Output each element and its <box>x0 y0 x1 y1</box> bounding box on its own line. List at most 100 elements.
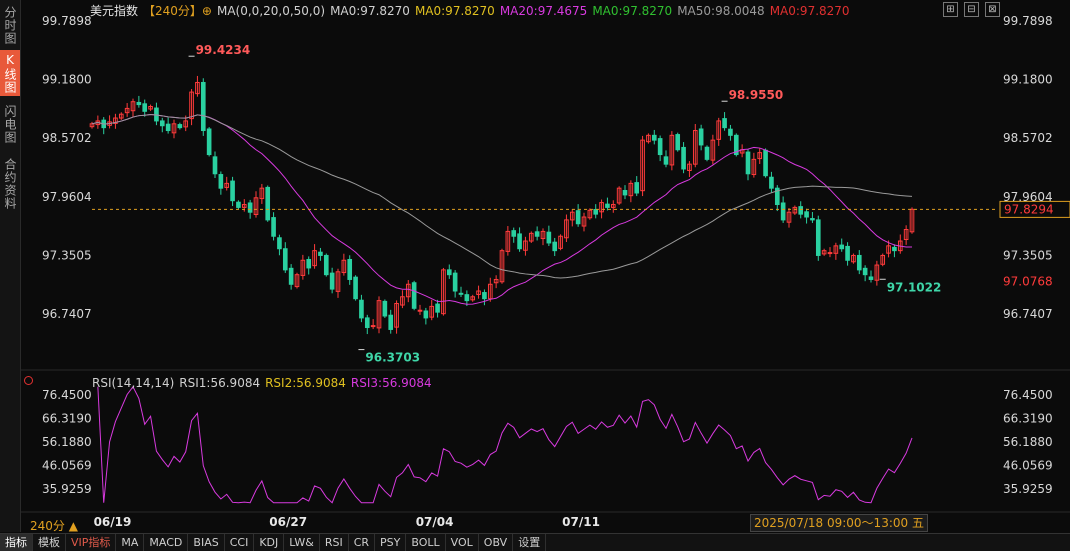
rsi3-value: RSI3:56.9084 <box>350 376 432 390</box>
candle-body <box>769 176 774 189</box>
price-axis: 99.7898 99.7898 99.1800 99.1800 98.5702 98.57… <box>42 14 1053 529</box>
date-tick: 07/04 <box>416 515 454 529</box>
candle-body <box>277 237 282 250</box>
price-tick-right: 97.3505 <box>1003 248 1053 262</box>
candle-body <box>845 245 850 261</box>
rsi-tick-left: 76.4500 <box>42 388 92 402</box>
tab-psy[interactable]: PSY <box>375 534 407 551</box>
candle-body <box>810 218 815 221</box>
candle-body <box>452 272 458 292</box>
candle-body <box>136 101 142 106</box>
price-tick-left: 98.5702 <box>42 131 92 145</box>
price-tick-left: 97.3505 <box>42 248 92 262</box>
tab-kdj[interactable]: KDJ <box>254 534 285 551</box>
candle-body <box>318 251 323 256</box>
candle-body <box>435 303 440 313</box>
tab-cr[interactable]: CR <box>349 534 376 551</box>
tab-settings[interactable]: 设置 <box>513 534 547 551</box>
rsi-tick-right: 76.4500 <box>1003 388 1053 402</box>
candle-body <box>804 211 809 218</box>
candle-body <box>364 317 370 329</box>
candle-body <box>575 210 581 225</box>
candle-body <box>382 300 388 317</box>
candle-body <box>353 276 358 300</box>
candle-body <box>417 309 423 312</box>
tab-macd[interactable]: MACD <box>144 534 189 551</box>
price-tick-right: 96.7407 <box>1003 307 1053 321</box>
crosshair-date-tip: 2025/07/18 09:00～13:00 五 <box>750 514 928 532</box>
candle-body <box>681 146 686 170</box>
tab-rsi[interactable]: RSI <box>320 534 349 551</box>
tab-vip-indicators[interactable]: VIP指标 <box>66 534 117 551</box>
tab-boll[interactable]: BOLL <box>406 534 446 551</box>
rsi-tick-right: 56.1880 <box>1003 435 1053 449</box>
tab-ma[interactable]: MA <box>116 534 145 551</box>
indicator-toggle-icon[interactable] <box>24 376 33 385</box>
candle-body <box>827 252 833 255</box>
candle-body <box>722 118 727 129</box>
candle-body <box>159 120 165 127</box>
candle-body <box>271 217 276 237</box>
rsi2-value: RSI2:56.9084 <box>265 376 346 390</box>
rsi-tick-left: 66.3190 <box>42 411 92 425</box>
rsi-tick-left: 56.1880 <box>42 435 92 449</box>
candle-body <box>728 128 733 136</box>
tab-obv[interactable]: OBV <box>479 534 514 551</box>
rsi-legend: RSI(14,14,14) RSI1:56.9084 RSI2:56.9084 RSI… <box>92 376 437 390</box>
tab-indicators[interactable]: 指标 <box>0 534 33 551</box>
candle-body <box>605 203 610 208</box>
candle-body <box>265 186 271 221</box>
candle-body <box>798 206 804 215</box>
candle-body <box>815 219 821 256</box>
candle-body <box>306 258 312 269</box>
candle-body <box>236 201 241 208</box>
candle-body <box>165 123 171 132</box>
candle-body <box>745 151 751 175</box>
candle-body <box>411 282 417 309</box>
candle-body <box>288 267 294 285</box>
tab-lwr[interactable]: LW& <box>284 534 320 551</box>
candle-body <box>329 272 335 290</box>
kline-chart[interactable]: 97.8294 97.0768 99.4234 96.3703 98.9550 97.10… <box>0 0 1070 532</box>
candle-body <box>142 103 148 112</box>
candle-body <box>323 254 329 276</box>
date-tick: 07/11 <box>562 515 600 529</box>
rsi-tick-left: 35.9259 <box>42 482 92 496</box>
candle-body <box>482 292 487 300</box>
candle-body <box>517 233 522 250</box>
candle-body <box>622 189 628 196</box>
rsi1-value: RSI1:56.9084 <box>179 376 261 390</box>
extreme-annotation: 96.3703 <box>365 351 420 365</box>
candle-body <box>704 146 710 160</box>
rsi-panel: 76.4500 76.4500 66.3190 66.3190 56.1880 56.18… <box>42 385 1053 504</box>
candle-body <box>347 258 353 280</box>
candle-body <box>663 156 669 165</box>
candle-body <box>511 230 517 237</box>
candle-body <box>177 124 183 129</box>
price-tick-right: 99.7898 <box>1003 14 1053 28</box>
tab-bias[interactable]: BIAS <box>188 534 225 551</box>
rsi-tick-right: 46.0569 <box>1003 459 1053 473</box>
price-tick-right: 99.1800 <box>1003 73 1053 87</box>
period-selector[interactable]: 240分 ▲ <box>30 517 78 534</box>
rsi-line <box>97 385 913 504</box>
price-tick-left: 99.1800 <box>42 73 92 87</box>
rsi-tick-right: 66.3190 <box>1003 411 1053 425</box>
candle-body <box>212 156 218 175</box>
candle-body <box>534 231 540 237</box>
rsi-tick-right: 35.9259 <box>1003 482 1053 496</box>
indicator-tab-bar: 指标 模板 VIP指标 MA MACD BIAS CCI KDJ LW& RSI… <box>0 533 1070 551</box>
tab-vol[interactable]: VOL <box>446 534 479 551</box>
candle-body <box>651 134 657 141</box>
candle-body <box>282 248 288 271</box>
candle-body <box>839 244 845 250</box>
candle-body <box>218 174 224 189</box>
chart-grid <box>20 369 1070 513</box>
candle-body <box>388 314 394 330</box>
candle-body <box>868 276 874 280</box>
tab-cci[interactable]: CCI <box>225 534 255 551</box>
tab-templates[interactable]: 模板 <box>33 534 66 551</box>
candle-body <box>200 81 206 132</box>
candle-body <box>856 254 862 271</box>
candle-body <box>230 180 235 202</box>
